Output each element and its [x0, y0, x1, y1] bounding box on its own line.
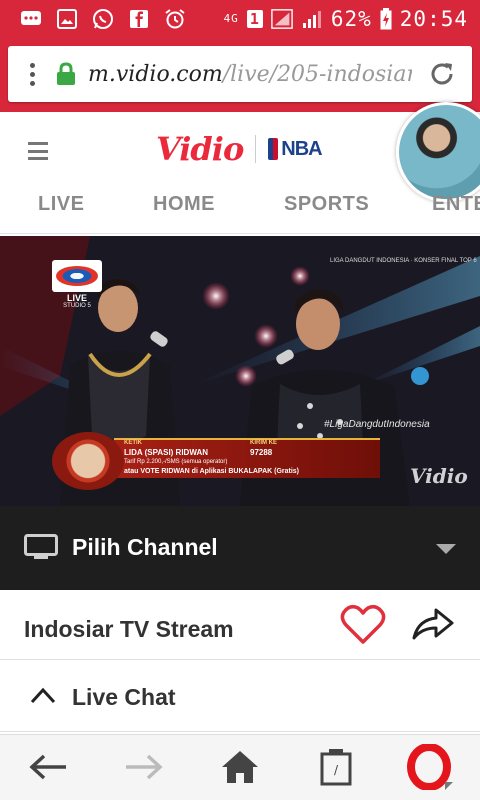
category-tabs: LIVE HOME SPORTS ENTE	[0, 188, 480, 234]
battery-charging-icon	[380, 8, 392, 30]
indosiar-logo-icon	[52, 260, 102, 292]
browser-bottom-nav: /	[0, 734, 480, 800]
channel-selector[interactable]: Pilih Channel	[0, 506, 480, 590]
home-icon[interactable]	[216, 743, 264, 791]
signal-sim1-icon	[271, 8, 293, 30]
clock-time: 20:54	[399, 7, 468, 31]
url-host: m.vidio.com	[88, 61, 223, 87]
sms-keyword: LIDA (SPASI) RIDWAN	[124, 448, 208, 457]
vote-lower-third: KETIK KIRIM KE LIDA (SPASI) RIDWAN 97288…	[52, 432, 382, 490]
reload-icon[interactable]	[412, 46, 472, 102]
tabs-icon[interactable]: /	[312, 743, 360, 791]
channel-logo: LIVE STUDIO 5	[52, 260, 102, 309]
tv-icon	[24, 534, 58, 560]
live-chat-label: Live Chat	[72, 684, 176, 710]
lock-icon	[56, 62, 78, 86]
sms-tariff: Tarif Rp 2.200,-/SMS (semua operator)	[124, 459, 228, 465]
gallery-icon	[56, 8, 78, 30]
facebook-icon	[128, 8, 150, 30]
kirim-label: KIRIM KE	[250, 440, 277, 446]
nba-logo: NBA	[268, 137, 323, 161]
browser-menu-icon[interactable]	[8, 46, 56, 102]
nba-text: NBA	[281, 137, 322, 160]
browser-toolbar: m.vidio.com/live/205-indosiar	[0, 38, 480, 112]
address-bar[interactable]: m.vidio.com/live/205-indosiar	[8, 46, 472, 102]
site-header: Vidio NBA LIVE HOME SPORTS ENTE	[0, 102, 480, 234]
sim-slot-badge: 1	[246, 10, 263, 28]
network-type-label: 4G	[223, 12, 239, 25]
tab-home[interactable]: HOME	[153, 193, 215, 216]
battery-percent: 62%	[330, 7, 372, 31]
vidio-logo: Vidio	[156, 130, 244, 168]
vote-instructions: atau VOTE RIDWAN di Aplikasi BUKALAPAK (…	[124, 468, 300, 475]
stream-info-row: Indosiar TV Stream	[0, 590, 480, 660]
back-arrow-icon[interactable]	[24, 743, 72, 791]
chevron-down-icon[interactable]	[436, 544, 456, 554]
live-chat-toggle[interactable]: Live Chat	[0, 660, 480, 732]
video-watermark: Vidio	[410, 464, 468, 488]
stream-title: Indosiar TV Stream	[24, 616, 234, 642]
brand-divider	[255, 135, 257, 163]
tab-entertainment[interactable]: ENTE	[432, 193, 480, 216]
hamburger-menu-icon[interactable]	[28, 142, 48, 160]
whatsapp-icon	[92, 8, 114, 30]
svg-text:/: /	[334, 763, 339, 777]
opera-menu-icon[interactable]	[406, 743, 454, 791]
heart-icon[interactable]	[340, 604, 386, 646]
chevron-up-icon	[30, 684, 56, 706]
brand-logo[interactable]: Vidio NBA	[156, 130, 323, 168]
message-icon	[20, 8, 42, 30]
channel-live-label: LIVE	[66, 293, 87, 303]
ketik-label: KETIK	[124, 440, 142, 446]
tab-sports[interactable]: SPORTS	[284, 193, 369, 216]
alarm-icon	[164, 8, 186, 30]
status-bar: 4G 1 62% 20:54	[0, 0, 480, 38]
video-player[interactable]: LIVE STUDIO 5 LIGA DANGDUT INDONESIA · K…	[0, 236, 480, 506]
show-tag: LIGA DANGDUT INDONESIA · KONSER FINAL TO…	[330, 258, 477, 264]
signal-sim2-icon	[301, 8, 323, 30]
share-icon[interactable]	[410, 604, 456, 646]
forward-arrow-icon[interactable]	[120, 743, 168, 791]
contestant-photo	[52, 432, 124, 490]
url-path: /live/205-indosiar	[222, 61, 417, 87]
show-hashtag: #LigaDangdutIndonesia	[324, 419, 430, 430]
channel-studio-label: STUDIO 5	[63, 303, 91, 309]
url-text[interactable]: m.vidio.com/live/205-indosiar	[88, 62, 417, 87]
user-avatar[interactable]	[396, 102, 480, 202]
tab-live[interactable]: LIVE	[38, 193, 84, 216]
nba-mark-icon	[268, 138, 279, 160]
channel-selector-label: Pilih Channel	[72, 534, 218, 560]
sms-number: 97288	[250, 448, 273, 457]
